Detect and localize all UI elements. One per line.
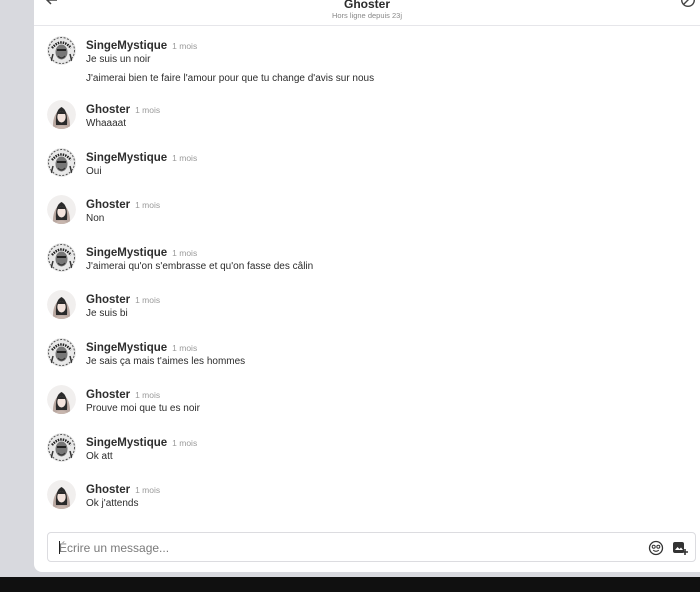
message-meta: Ghoster 1 mois	[86, 100, 160, 118]
message-meta: Ghoster 1 mois	[86, 480, 160, 498]
block-icon[interactable]	[680, 0, 696, 8]
message-timestamp: 1 mois	[172, 342, 198, 353]
message-item: Ghoster 1 mois Ok j'attends	[34, 476, 700, 524]
message-timestamp: 1 mois	[135, 485, 161, 495]
message-item: Ghoster 1 mois Prouve moi que tu es noir	[34, 381, 700, 429]
message-item: SingeMystique 1 mois Je suis un noir J'aime…	[34, 32, 700, 96]
avatar[interactable]	[47, 480, 76, 509]
message-meta: Ghoster 1 mois	[86, 385, 160, 403]
author-name[interactable]: Ghoster	[86, 199, 130, 211]
message-timestamp: 1 mois	[135, 390, 161, 400]
message-meta: Ghoster 1 mois	[86, 195, 160, 213]
author-name[interactable]: Ghoster	[86, 389, 130, 401]
message-item: Ghoster 1 mois Non	[34, 191, 700, 239]
message-meta: SingeMystique 1 mois	[86, 338, 197, 356]
message-item: SingeMystique 1 mois J'aimerai qu'on s'emb…	[34, 239, 700, 287]
message-text: Oui	[86, 165, 102, 177]
author-name[interactable]: Ghoster	[86, 484, 130, 496]
message-text: Prouve moi que tu es noir	[86, 403, 200, 414]
emoji-icon[interactable]	[648, 540, 664, 556]
avatar[interactable]	[47, 432, 76, 462]
avatar[interactable]	[47, 195, 76, 224]
message-text: Ok att	[86, 450, 113, 462]
message-item: SingeMystique 1 mois Oui	[34, 144, 700, 192]
message-text: Je sais ça mais t'aimes les hommes	[86, 355, 246, 367]
avatar[interactable]	[47, 147, 76, 177]
message-item: SingeMystique 1 mois Ok att	[34, 429, 700, 477]
author-name[interactable]: SingeMystique	[86, 247, 167, 259]
taskbar	[0, 577, 700, 592]
sticker-add-icon[interactable]	[672, 540, 688, 556]
avatar[interactable]	[47, 100, 76, 129]
author-name[interactable]: SingeMystique	[86, 152, 167, 164]
presence-status: Hors ligne depuis 23j	[331, 11, 403, 20]
message-input[interactable]	[59, 539, 619, 556]
avatar[interactable]	[47, 36, 76, 65]
message-item: SingeMystique 1 mois Je sais ça mais t'aim…	[34, 334, 700, 382]
message-meta: SingeMystique 1 mois	[86, 36, 197, 54]
message-timestamp: 1 mois	[135, 105, 161, 115]
author-name[interactable]: Ghoster	[86, 104, 130, 116]
message-meta: SingeMystique 1 mois	[86, 433, 197, 451]
message-meta: Ghoster 1 mois	[86, 290, 160, 308]
avatar[interactable]	[47, 242, 76, 272]
author-name[interactable]: SingeMystique	[86, 342, 167, 354]
conversation-title: Ghoster	[343, 0, 390, 11]
message-composer	[47, 532, 696, 562]
author-name[interactable]: Ghoster	[86, 294, 130, 306]
message-timestamp: 1 mois	[135, 295, 161, 305]
message-text: Ok j'attends	[86, 498, 139, 509]
author-name[interactable]: SingeMystique	[86, 437, 167, 449]
avatar[interactable]	[47, 337, 76, 367]
message-text: J'aimerai bien te faire l'amour pour que…	[86, 73, 375, 84]
message-timestamp: 1 mois	[172, 247, 198, 258]
message-meta: SingeMystique 1 mois	[86, 148, 197, 166]
conversation-panel: Ghoster Hors ligne depuis 23j SingeMysti…	[34, 0, 700, 572]
message-text: Whaaaat	[86, 118, 127, 129]
message-timestamp: 1 mois	[172, 41, 198, 51]
message-text: Je suis un noir	[86, 54, 151, 65]
text-caret	[59, 541, 60, 554]
message-timestamp: 1 mois	[172, 437, 198, 448]
avatar[interactable]	[47, 385, 76, 414]
message-timestamp: 1 mois	[172, 152, 198, 163]
avatar[interactable]	[47, 290, 76, 319]
message-text: Non	[86, 213, 105, 224]
conversation-header: Ghoster Hors ligne depuis 23j	[34, 0, 700, 26]
message-text: J'aimerai qu'on s'embrasse et qu'on fass…	[86, 260, 314, 272]
message-timestamp: 1 mois	[135, 200, 161, 210]
message-item: Ghoster 1 mois Whaaaat	[34, 96, 700, 144]
left-sidebar-edge	[0, 0, 34, 577]
message-text: Je suis bi	[86, 308, 128, 319]
message-list: SingeMystique 1 mois Je suis un noir J'aime…	[34, 32, 700, 524]
message-item: Ghoster 1 mois Je suis bi	[34, 286, 700, 334]
message-meta: SingeMystique 1 mois	[86, 243, 197, 261]
author-name[interactable]: SingeMystique	[86, 40, 167, 52]
